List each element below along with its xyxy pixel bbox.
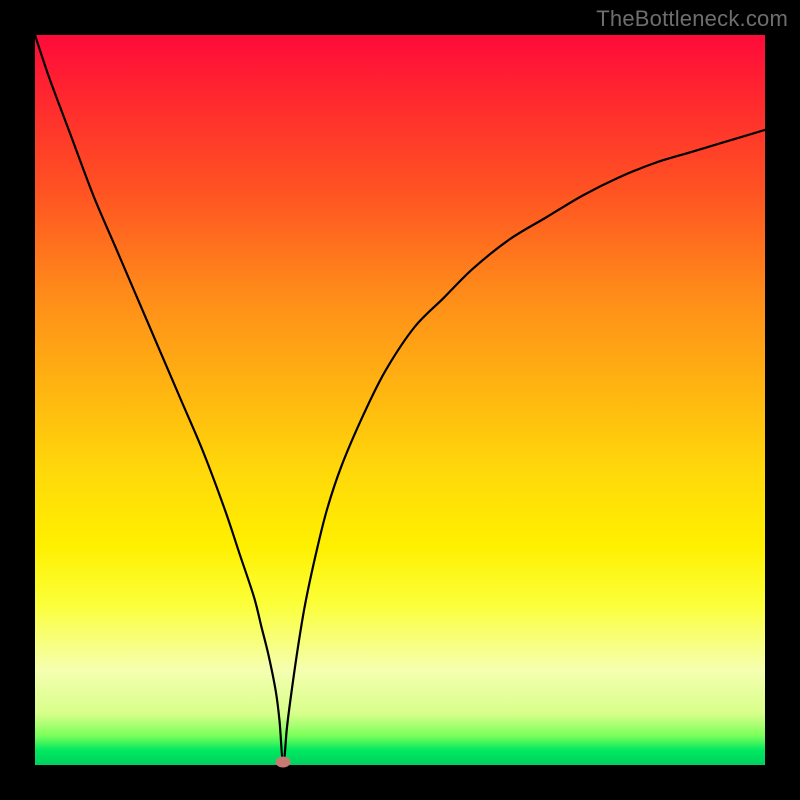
watermark-text: TheBottleneck.com — [596, 6, 788, 32]
chart-frame: TheBottleneck.com — [0, 0, 800, 800]
plot-area — [35, 35, 765, 765]
minimum-marker — [276, 757, 291, 768]
bottleneck-curve — [35, 35, 765, 765]
